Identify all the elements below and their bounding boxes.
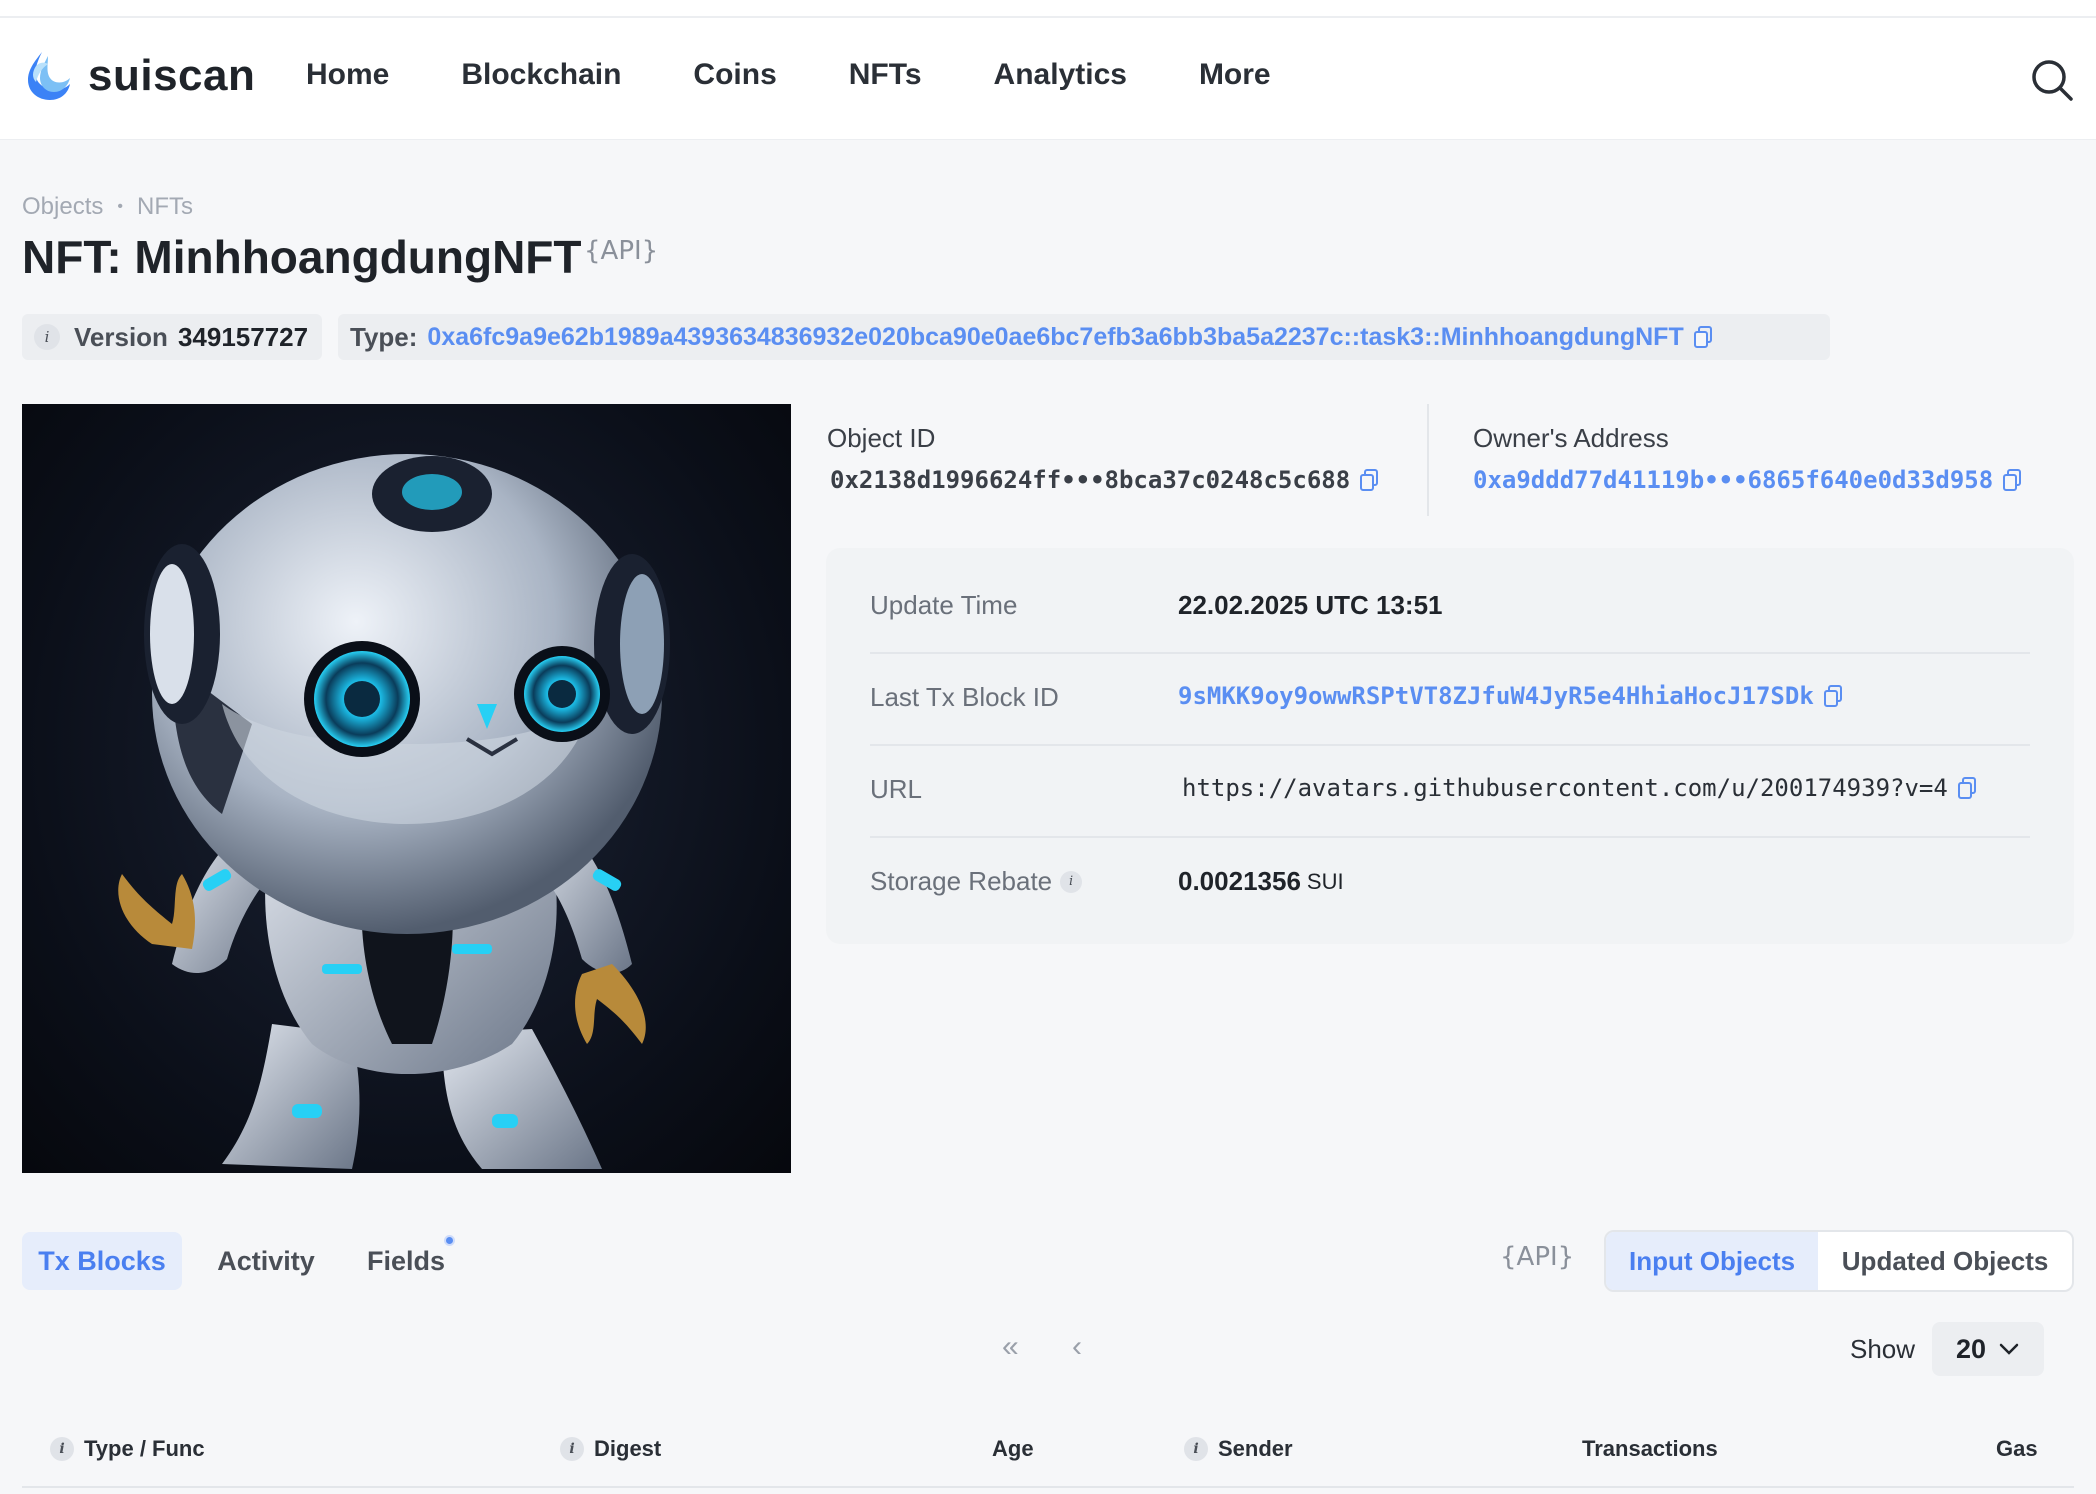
nav-analytics[interactable]: Analytics bbox=[994, 58, 1127, 92]
col-digest-label: Digest bbox=[594, 1436, 662, 1461]
first-page-button[interactable]: « bbox=[1002, 1330, 1019, 1364]
version-label: Version bbox=[74, 321, 168, 352]
nav-more[interactable]: More bbox=[1199, 58, 1271, 92]
tab-fields[interactable]: Fields bbox=[354, 1232, 458, 1290]
api-link[interactable]: {API} bbox=[584, 236, 658, 266]
info-icon[interactable]: i bbox=[34, 324, 60, 350]
last-tx-value-wrap: 9sMKK9oy9owwRSPtVT8ZJfuW4JyR5e4HhiaHocJ1… bbox=[1178, 682, 1842, 710]
breadcrumb-separator: • bbox=[117, 198, 123, 215]
brand-name: suiscan bbox=[88, 51, 256, 100]
object-id-row: 0x2138d1996624ff•••8bca37c0248c5c688 bbox=[830, 466, 1379, 494]
update-time-value: 22.02.2025 UTC 13:51 bbox=[1178, 590, 1443, 620]
col-digest: i Digest bbox=[560, 1436, 661, 1462]
fields-indicator-dot bbox=[444, 1235, 455, 1246]
last-tx-link[interactable]: 9sMKK9oy9owwRSPtVT8ZJfuW4JyR5e4HhiaHocJ1… bbox=[1178, 682, 1814, 710]
version-value: 349157727 bbox=[177, 321, 309, 352]
col-sender-label: Sender bbox=[1218, 1436, 1293, 1461]
storage-rebate-unit: SUI bbox=[1306, 868, 1344, 894]
nav-nfts[interactable]: NFTs bbox=[849, 58, 922, 92]
owner-row: 0xa9ddd77d41119b•••6865f640e0d33d958 bbox=[1473, 466, 2022, 494]
last-tx-label: Last Tx Block ID bbox=[870, 682, 1059, 712]
col-gas: Gas bbox=[1996, 1436, 2038, 1462]
copy-icon[interactable] bbox=[1823, 685, 1842, 707]
col-age-label: Age bbox=[992, 1436, 1034, 1461]
main-nav: Home Blockchain Coins NFTs Analytics Mor… bbox=[306, 58, 1343, 92]
breadcrumb-objects[interactable]: Objects bbox=[22, 193, 103, 221]
show-label: Show bbox=[1850, 1334, 1916, 1364]
tab-activity[interactable]: Activity bbox=[204, 1232, 328, 1290]
col-age: Age bbox=[992, 1436, 1034, 1462]
copy-icon[interactable] bbox=[2003, 469, 2022, 491]
divider bbox=[1427, 404, 1429, 516]
storage-rebate-label: Storage Rebate bbox=[870, 866, 1053, 896]
table-header-divider bbox=[22, 1486, 2074, 1488]
info-icon[interactable]: i bbox=[50, 1437, 74, 1461]
col-type-func-label: Type / Func bbox=[84, 1436, 205, 1461]
storage-rebate-value: 0.0021356 bbox=[1178, 866, 1301, 896]
updated-objects-button[interactable]: Updated Objects bbox=[1818, 1232, 2072, 1290]
nft-image bbox=[22, 404, 791, 1173]
input-objects-button[interactable]: Input Objects bbox=[1606, 1232, 1819, 1290]
version-pill: i Version 349157727 bbox=[22, 314, 322, 360]
nav-blockchain[interactable]: Blockchain bbox=[461, 58, 621, 92]
url-row: URL https://avatars.githubusercontent.co… bbox=[870, 746, 2030, 838]
logo[interactable]: suiscan bbox=[22, 48, 255, 104]
type-link[interactable]: 0xa6fc9a9e62b1989a4393634836932e020bca90… bbox=[427, 323, 1683, 352]
api-link[interactable]: {API} bbox=[1500, 1242, 1574, 1272]
info-icon[interactable]: i bbox=[1060, 870, 1083, 893]
owner-address-link[interactable]: 0xa9ddd77d41119b•••6865f640e0d33d958 bbox=[1473, 466, 1993, 494]
chevron-down-icon bbox=[1999, 1343, 2019, 1355]
update-time-row: Update Time 22.02.2025 UTC 13:51 bbox=[870, 562, 2030, 654]
copy-icon[interactable] bbox=[1360, 469, 1379, 491]
type-label: Type: bbox=[350, 321, 418, 352]
url-value-wrap: https://avatars.githubusercontent.com/u/… bbox=[1182, 774, 1976, 802]
page-title: NFT: MinhhoangdungNFT bbox=[22, 231, 582, 283]
info-icon[interactable]: i bbox=[560, 1437, 584, 1461]
robot-illustration bbox=[118, 454, 670, 1169]
object-id-label: Object ID bbox=[827, 423, 936, 453]
storage-rebate-value-wrap: 0.0021356 SUI bbox=[1178, 866, 1344, 897]
update-time-label: Update Time bbox=[870, 590, 1018, 620]
storage-rebate-row: Storage Rebate i 0.0021356 SUI bbox=[870, 838, 2030, 930]
breadcrumb: Objects • NFTs bbox=[22, 193, 193, 221]
owner-label: Owner's Address bbox=[1473, 423, 1669, 453]
top-strip bbox=[0, 0, 2096, 18]
last-tx-row: Last Tx Block ID 9sMKK9oy9owwRSPtVT8ZJfu… bbox=[870, 654, 2030, 746]
col-sender: i Sender bbox=[1184, 1436, 1293, 1462]
prev-page-button[interactable]: ‹ bbox=[1072, 1330, 1082, 1364]
info-icon[interactable]: i bbox=[1184, 1437, 1208, 1461]
tab-tx-blocks[interactable]: Tx Blocks bbox=[22, 1232, 182, 1290]
details-card: Update Time 22.02.2025 UTC 13:51 Last Tx… bbox=[826, 548, 2074, 944]
url-value[interactable]: https://avatars.githubusercontent.com/u/… bbox=[1182, 774, 1948, 802]
col-transactions: Transactions bbox=[1582, 1436, 1718, 1462]
breadcrumb-nfts[interactable]: NFTs bbox=[137, 193, 193, 221]
col-gas-label: Gas bbox=[1996, 1436, 2038, 1461]
objects-toggle: Input Objects Updated Objects bbox=[1604, 1230, 2074, 1292]
site-header: suiscan Home Blockchain Coins NFTs Analy… bbox=[0, 18, 2096, 140]
nav-coins[interactable]: Coins bbox=[693, 58, 776, 92]
col-type-func: i Type / Func bbox=[50, 1436, 205, 1462]
page-size-select[interactable]: 20 bbox=[1932, 1322, 2044, 1376]
object-id-value: 0x2138d1996624ff•••8bca37c0248c5c688 bbox=[830, 466, 1351, 494]
page-size-value: 20 bbox=[1955, 1333, 1987, 1364]
type-pill: Type: 0xa6fc9a9e62b1989a4393634836932e02… bbox=[338, 314, 1830, 360]
search-icon[interactable] bbox=[2030, 58, 2074, 102]
copy-icon[interactable] bbox=[1693, 326, 1712, 348]
nav-home[interactable]: Home bbox=[306, 58, 389, 92]
col-transactions-label: Transactions bbox=[1582, 1436, 1718, 1461]
sui-logo-icon bbox=[28, 52, 70, 100]
storage-rebate-label-wrap: Storage Rebate i bbox=[870, 866, 1096, 897]
url-label: URL bbox=[870, 774, 923, 804]
copy-icon[interactable] bbox=[1957, 777, 1976, 799]
